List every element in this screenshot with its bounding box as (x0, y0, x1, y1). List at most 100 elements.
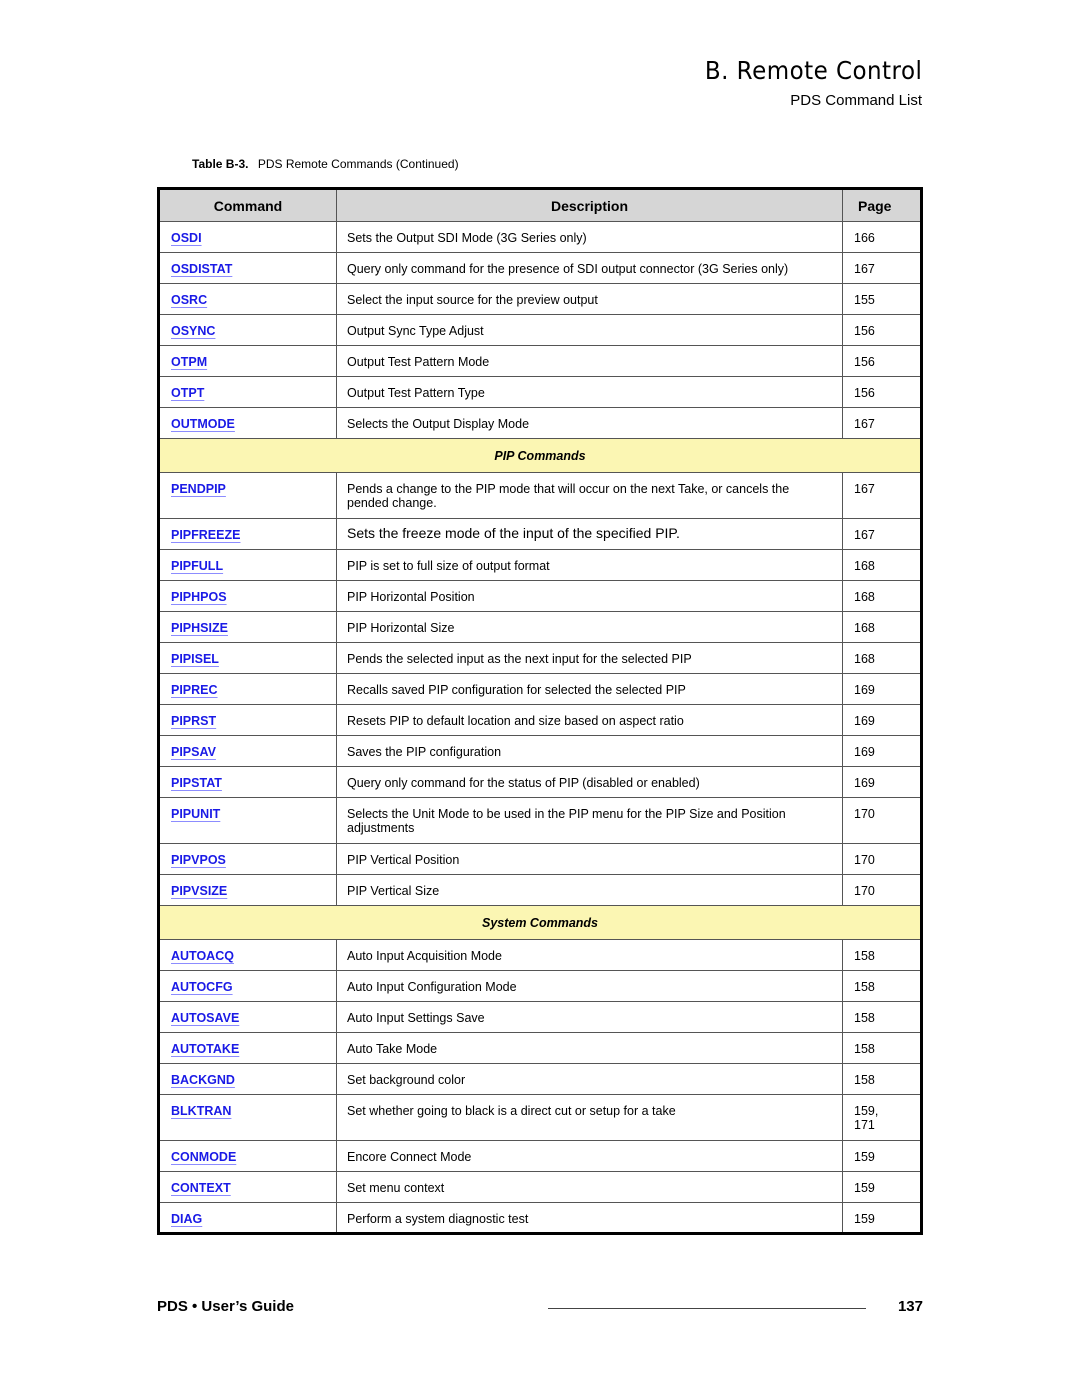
description-cell: Perform a system diagnostic test (336, 1202, 843, 1234)
command-link[interactable]: AUTOACQ (171, 949, 234, 963)
description-cell: Query only command for the presence of S… (336, 252, 843, 284)
description-cell: Set whether going to black is a direct c… (336, 1094, 843, 1141)
page-cell: 169 (842, 735, 922, 767)
description-cell: Output Test Pattern Type (336, 376, 843, 408)
command-link[interactable]: PIPSAV (171, 745, 216, 759)
command-link[interactable]: OSRC (171, 293, 207, 307)
command-link[interactable]: PIPHPOS (171, 590, 227, 604)
command-cell: OSYNC (158, 314, 337, 346)
command-cell: PIPHSIZE (158, 611, 337, 643)
command-link[interactable]: AUTOSAVE (171, 1011, 239, 1025)
command-cell: OSRC (158, 283, 337, 315)
command-link[interactable]: PIPHSIZE (171, 621, 228, 635)
description-cell: Saves the PIP configuration (336, 735, 843, 767)
page-cell: 159 (842, 1140, 922, 1172)
page-cell: 169 (842, 704, 922, 736)
page-cell: 167 (842, 518, 922, 550)
page-cell: 170 (842, 797, 922, 844)
section-header-pip: PIP Commands (158, 438, 922, 473)
page-cell: 168 (842, 642, 922, 674)
command-link[interactable]: PIPREC (171, 683, 218, 697)
table-row: CONTEXT Set menu context 159 (158, 1171, 922, 1203)
command-cell: AUTOACQ (158, 939, 337, 971)
command-cell: PIPVSIZE (158, 874, 337, 906)
command-cell: PIPISEL (158, 642, 337, 674)
description-cell: Selects the Unit Mode to be used in the … (336, 797, 843, 844)
command-cell: PIPFULL (158, 549, 337, 581)
table-row: PIPSAV Saves the PIP configuration 169 (158, 735, 922, 767)
command-cell: AUTOSAVE (158, 1001, 337, 1033)
chapter-title: B. Remote Control (704, 56, 922, 85)
command-link[interactable]: OSDISTAT (171, 262, 232, 276)
section-header-pip-label: PIP Commands (158, 438, 922, 473)
command-link[interactable]: PIPISEL (171, 652, 219, 666)
page-cell: 167 (842, 252, 922, 284)
table-row: PIPRST Resets PIP to default location and… (158, 704, 922, 736)
table-row: DIAG Perform a system diagnostic test 159 (158, 1202, 922, 1234)
command-link[interactable]: BACKGND (171, 1073, 235, 1087)
description-cell: Pends the selected input as the next inp… (336, 642, 843, 674)
page-cell: 166 (842, 221, 922, 253)
description-cell: Auto Input Configuration Mode (336, 970, 843, 1002)
command-link[interactable]: PIPRST (171, 714, 216, 728)
table-row: PIPSTAT Query only command for the status… (158, 766, 922, 798)
command-link[interactable]: PIPVSIZE (171, 884, 227, 898)
page-cell: 167 (842, 472, 922, 519)
command-link[interactable]: PENDPIP (171, 482, 226, 496)
page-cell: 158 (842, 970, 922, 1002)
command-link[interactable]: OTPT (171, 386, 204, 400)
table-row: AUTOACQ Auto Input Acquisition Mode 158 (158, 939, 922, 971)
description-cell: Encore Connect Mode (336, 1140, 843, 1172)
command-link[interactable]: OSYNC (171, 324, 215, 338)
table-row: AUTOCFG Auto Input Configuration Mode 158 (158, 970, 922, 1002)
description-cell: Set menu context (336, 1171, 843, 1203)
command-link[interactable]: AUTOTAKE (171, 1042, 239, 1056)
description-cell: PIP Vertical Size (336, 874, 843, 906)
table-row: PIPFULL PIP is set to full size of output… (158, 549, 922, 581)
table-row: OSYNC Output Sync Type Adjust 156 (158, 314, 922, 346)
command-cell: OSDISTAT (158, 252, 337, 284)
page-cell: 158 (842, 1063, 922, 1095)
command-link[interactable]: DIAG (171, 1212, 202, 1226)
column-header-description: Description (336, 188, 843, 222)
description-cell: PIP Horizontal Position (336, 580, 843, 612)
command-link[interactable]: OSDI (171, 231, 202, 245)
description-cell: Selects the Output Display Mode (336, 407, 843, 439)
page-cell: 159 (842, 1202, 922, 1234)
footer-rule (548, 1308, 866, 1309)
command-cell: OUTMODE (158, 407, 337, 439)
command-cell: OTPM (158, 345, 337, 377)
table-row: OUTMODE Selects the Output Display Mode 16… (158, 407, 922, 439)
command-link[interactable]: PIPFULL (171, 559, 223, 573)
command-link[interactable]: PIPFREEZE (171, 528, 240, 542)
command-cell: PIPSTAT (158, 766, 337, 798)
table-row: PENDPIP Pends a change to the PIP mode th… (158, 472, 922, 519)
table-row: OSDISTAT Query only command for the prese… (158, 252, 922, 284)
footer-guide-title: PDS • User’s Guide (157, 1298, 294, 1315)
description-cell: PIP Horizontal Size (336, 611, 843, 643)
page-cell: 168 (842, 549, 922, 581)
description-cell: Output Sync Type Adjust (336, 314, 843, 346)
command-link[interactable]: PIPVPOS (171, 853, 226, 867)
command-cell: AUTOTAKE (158, 1032, 337, 1064)
command-link[interactable]: BLKTRAN (171, 1104, 231, 1118)
command-cell: OTPT (158, 376, 337, 408)
table-row: OTPM Output Test Pattern Mode 156 (158, 345, 922, 377)
command-link[interactable]: OUTMODE (171, 417, 235, 431)
table-row: PIPFREEZE Sets the freeze mode of the inp… (158, 518, 922, 550)
command-link[interactable]: CONMODE (171, 1150, 236, 1164)
command-link[interactable]: PIPUNIT (171, 807, 220, 821)
command-link[interactable]: PIPSTAT (171, 776, 222, 790)
page-cell: 158 (842, 1032, 922, 1064)
table-row: PIPVPOS PIP Vertical Position 170 (158, 843, 922, 875)
command-link[interactable]: AUTOCFG (171, 980, 233, 994)
command-cell: PIPRST (158, 704, 337, 736)
description-cell: Auto Input Settings Save (336, 1001, 843, 1033)
column-header-page: Page (842, 188, 922, 222)
page-cell: 159, 171 (842, 1094, 922, 1141)
command-link[interactable]: CONTEXT (171, 1181, 231, 1195)
table-row: PIPREC Recalls saved PIP configuration fo… (158, 673, 922, 705)
description-cell: Select the input source for the preview … (336, 283, 843, 315)
description-cell: Sets the freeze mode of the input of the… (336, 518, 843, 550)
command-link[interactable]: OTPM (171, 355, 207, 369)
